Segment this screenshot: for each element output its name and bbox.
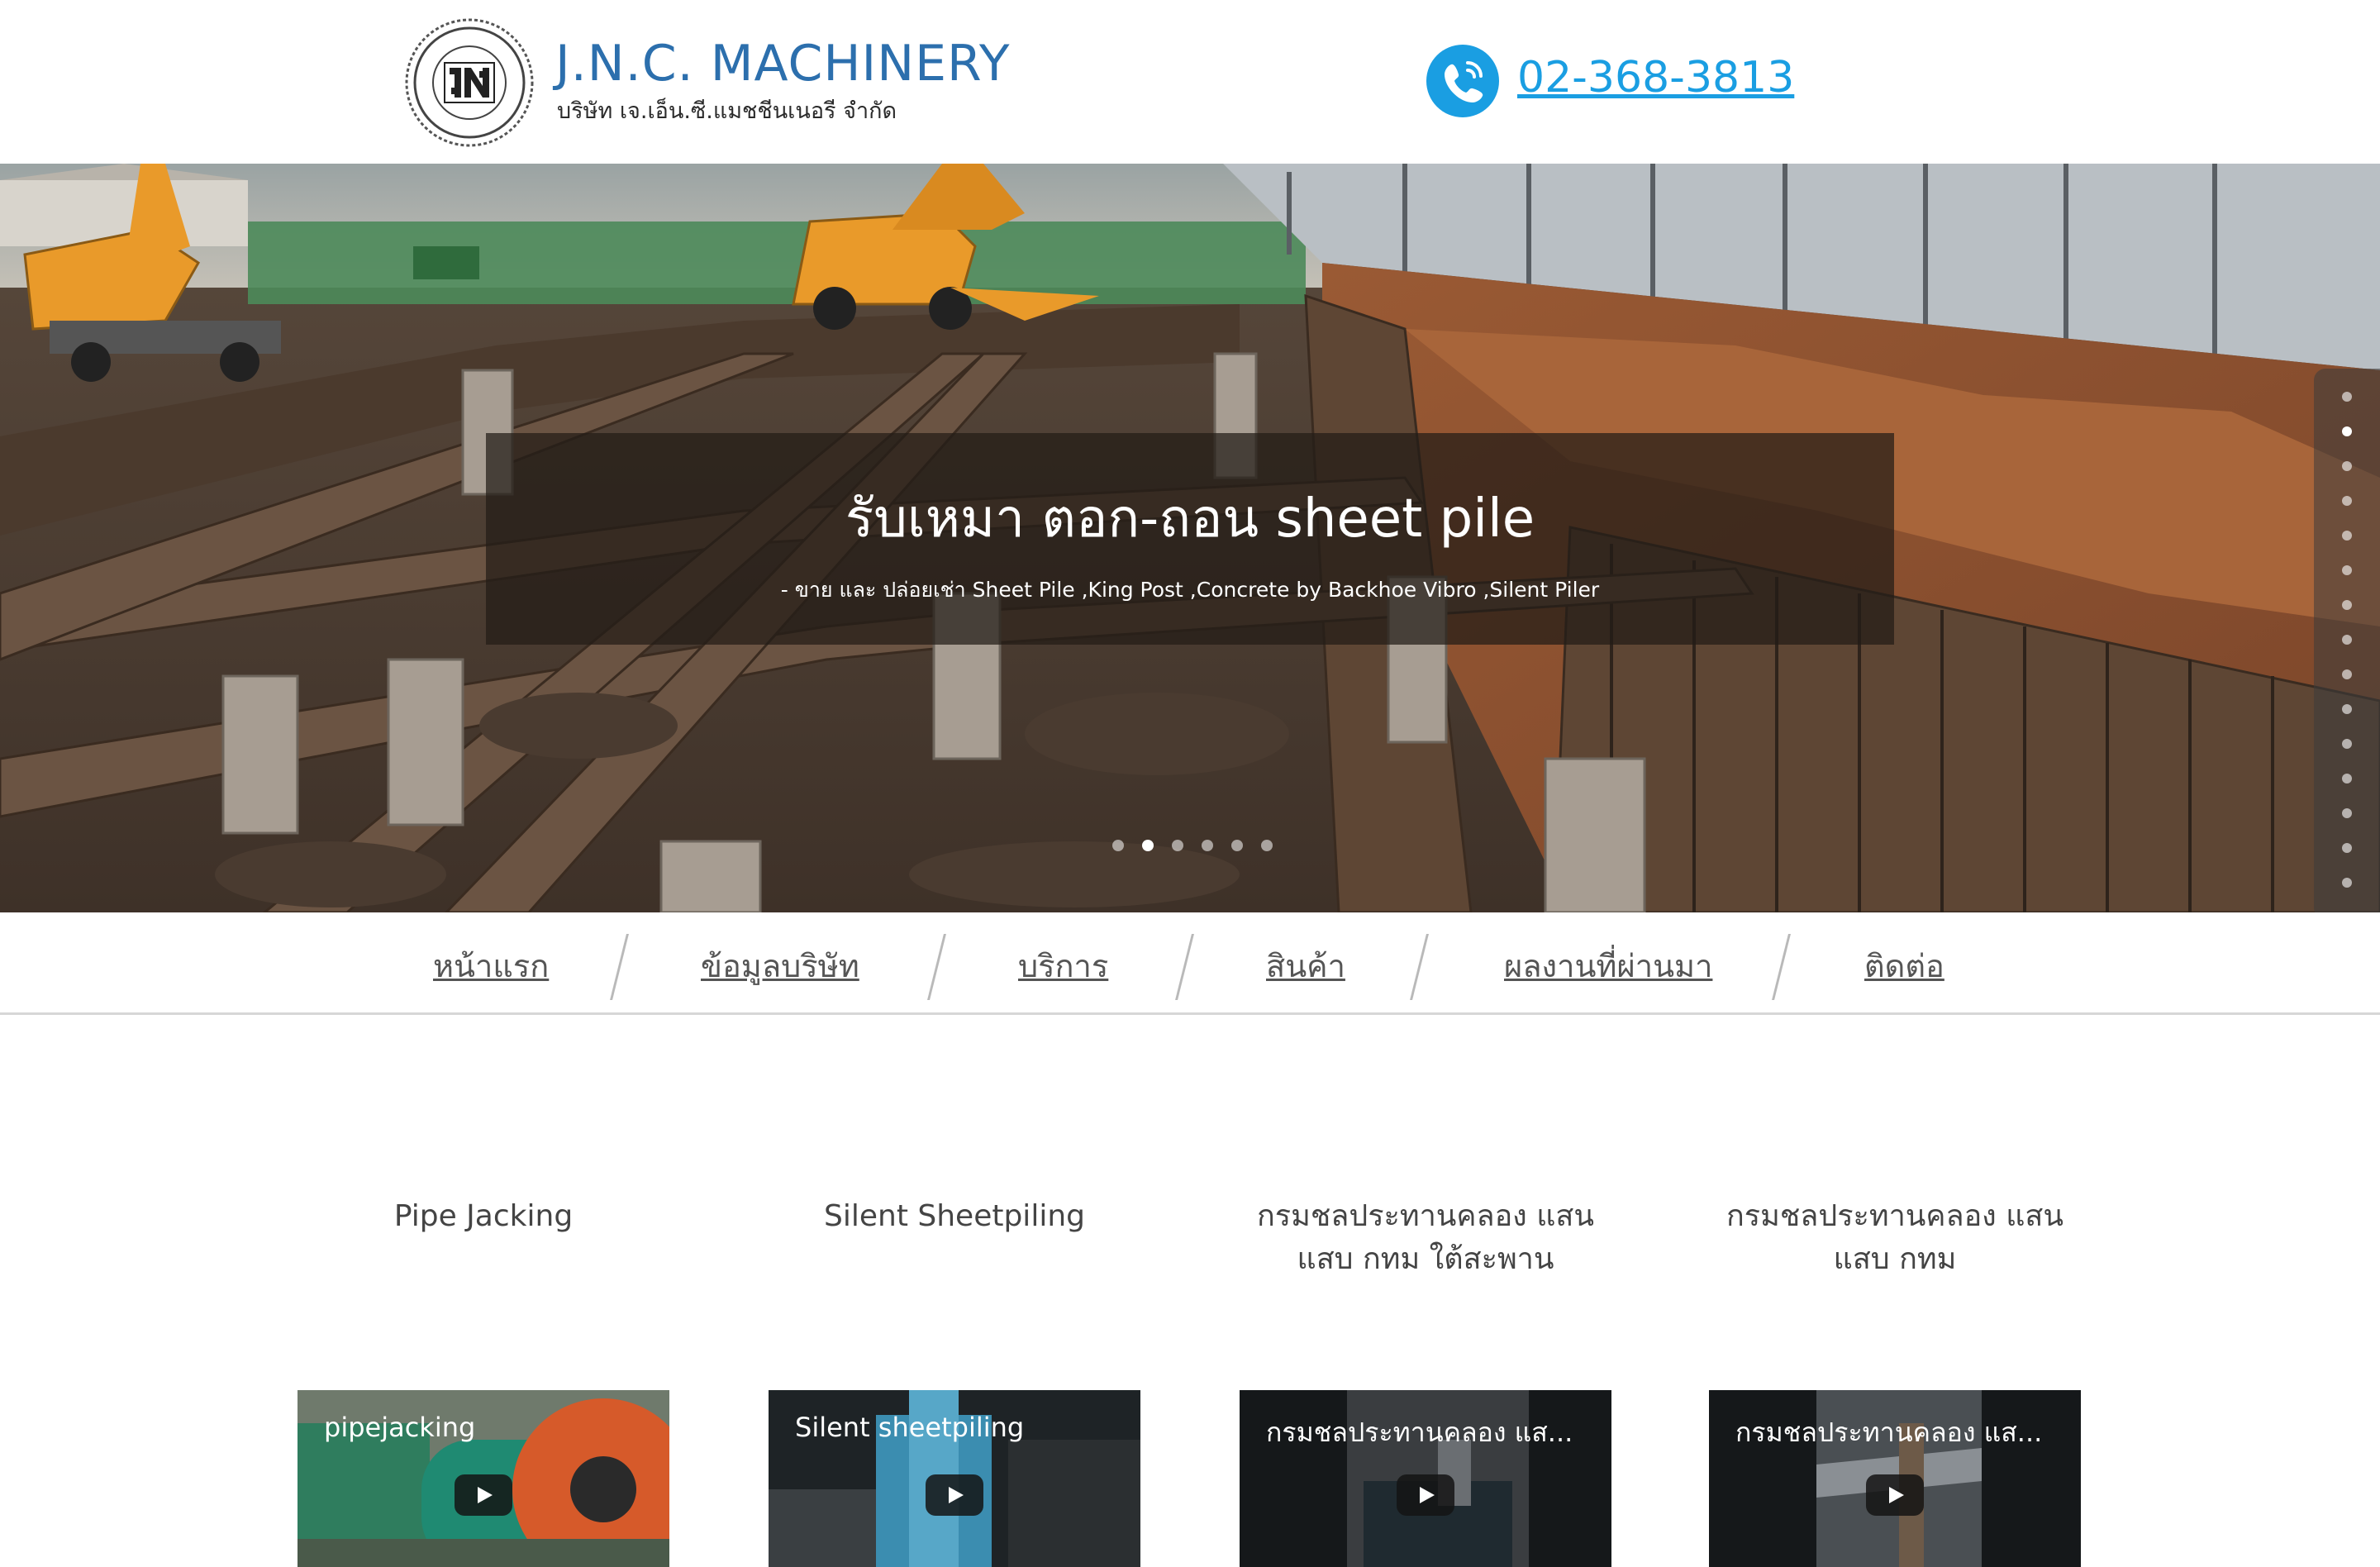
side-nav-dot[interactable]: [2342, 496, 2352, 506]
slider-dot[interactable]: [1261, 840, 1273, 851]
side-nav-dot[interactable]: [2342, 426, 2352, 436]
hero-caption-subtitle: - ขาย และ ปล่อยเช่า Sheet Pile ,King Pos…: [780, 578, 1600, 602]
nav-separator: [1175, 934, 1194, 1000]
play-icon[interactable]: [455, 1474, 512, 1516]
side-nav-dot[interactable]: [2342, 808, 2352, 818]
site-header: J.N.C. MACHINERY บริษัท เจ.เอ็น.ซี.แมชชี…: [0, 0, 2380, 164]
side-nav-dot[interactable]: [2342, 878, 2352, 888]
nav-item-products[interactable]: สินค้า: [1266, 941, 1345, 991]
hero-caption-title: รับเหมา ตอก-ถอน sheet pile: [845, 488, 1535, 550]
side-nav-dot[interactable]: [2342, 774, 2352, 784]
nav-item-home[interactable]: หน้าแรก: [433, 941, 549, 991]
side-nav-dot[interactable]: [2342, 843, 2352, 853]
side-nav-dot[interactable]: [2342, 461, 2352, 471]
card-title-canal: กรมชลประทานคลอง แสนแสบ กทม: [1726, 1199, 2063, 1276]
section-nav-dots: [2314, 369, 2380, 919]
video-title: กรมชลประทานคลอง แส...: [1266, 1417, 1573, 1448]
video-title: pipejacking: [324, 1412, 476, 1443]
nav-item-portfolio[interactable]: ผลงานที่ผ่านมา: [1504, 941, 1712, 991]
nav-item-contact[interactable]: ติดต่อ: [1864, 941, 1944, 991]
nav-separator: [1772, 934, 1791, 1000]
slider-dot[interactable]: [1172, 840, 1183, 851]
nav-item-services[interactable]: บริการ: [1018, 941, 1108, 991]
phone-icon: [1426, 45, 1499, 117]
play-icon[interactable]: [926, 1474, 983, 1516]
video-thumbnail-silent-sheetpiling[interactable]: Silent sheetpiling: [769, 1390, 1140, 1567]
side-nav-dot[interactable]: [2342, 739, 2352, 749]
video-thumbnail-canal[interactable]: กรมชลประทานคลอง แส...: [1709, 1390, 2081, 1567]
video-thumbnail-pipejacking[interactable]: pipejacking: [298, 1390, 669, 1567]
side-nav-dot[interactable]: [2342, 531, 2352, 541]
card-title-silent-sheetpiling: Silent Sheetpiling: [824, 1199, 1085, 1233]
video-title: Silent sheetpiling: [795, 1412, 1025, 1443]
slider-dot[interactable]: [1202, 840, 1213, 851]
video-title: กรมชลประทานคลอง แส...: [1735, 1417, 2043, 1448]
hero-caption: รับเหมา ตอก-ถอน sheet pile - ขาย และ ปล่…: [486, 433, 1894, 645]
nav-separator: [1410, 934, 1429, 1000]
slider-pagination: [1112, 840, 1273, 853]
hero-slider[interactable]: รับเหมา ตอก-ถอน sheet pile - ขาย และ ปล่…: [0, 164, 2380, 912]
nav-separator: [927, 934, 946, 1000]
video-thumbnail-canal-bridge[interactable]: กรมชลประทานคลอง แส...: [1240, 1390, 1611, 1567]
slider-dot[interactable]: [1142, 840, 1154, 851]
card-title-canal-bridge: กรมชลประทานคลอง แสนแสบ กทม ใต้สะพาน: [1256, 1199, 1594, 1276]
slider-dot[interactable]: [1231, 840, 1243, 851]
company-logo[interactable]: [403, 17, 536, 149]
nav-item-about[interactable]: ข้อมูลบริษัท: [701, 941, 859, 991]
play-icon[interactable]: [1397, 1474, 1454, 1516]
main-nav: หน้าแรก ข้อมูลบริษัท บริการ สินค้า ผลงาน…: [0, 912, 2380, 1015]
side-nav-dot[interactable]: [2342, 392, 2352, 402]
brand-name: J.N.C. MACHINERY: [555, 35, 1011, 93]
card-title-pipe-jacking: Pipe Jacking: [393, 1199, 574, 1233]
slider-dot[interactable]: [1112, 840, 1124, 851]
play-icon[interactable]: [1866, 1474, 1924, 1516]
side-nav-dot[interactable]: [2342, 600, 2352, 610]
side-nav-dot[interactable]: [2342, 565, 2352, 575]
jnc-seal-logo-icon: [405, 18, 534, 147]
nav-separator: [610, 934, 629, 1000]
phone-number-link[interactable]: 02-368-3813: [1517, 53, 1794, 102]
brand-subtitle: บริษัท เจ.เอ็น.ซี.แมชชีนเนอรี จำกัด: [557, 98, 897, 124]
side-nav-dot[interactable]: [2342, 635, 2352, 645]
side-nav-dot[interactable]: [2342, 704, 2352, 714]
side-nav-dot[interactable]: [2342, 669, 2352, 679]
